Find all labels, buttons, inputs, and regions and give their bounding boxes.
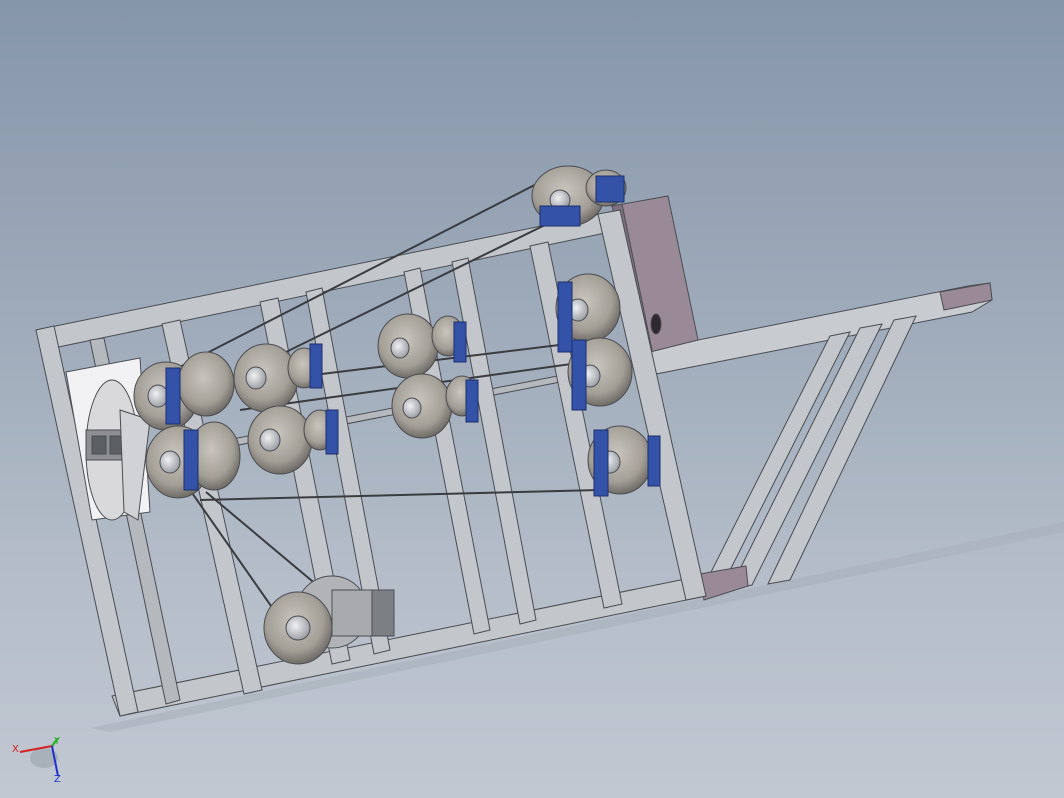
pulley <box>247 405 339 475</box>
pulley <box>145 421 241 499</box>
pulley <box>133 351 235 431</box>
y-axis-label: Y <box>53 736 61 747</box>
pulley <box>377 313 467 379</box>
x-axis-label: X <box>12 744 19 755</box>
z-axis-label: Z <box>54 774 61 785</box>
cad-viewport[interactable]: X Y Z <box>0 0 1064 798</box>
pulley <box>233 343 323 413</box>
coordinate-triad: X Y Z <box>12 736 61 785</box>
pulley <box>587 425 661 497</box>
pulley <box>567 337 633 411</box>
machine-model: X Y Z <box>12 165 1064 785</box>
pulley <box>391 373 479 439</box>
pulley <box>585 169 627 207</box>
